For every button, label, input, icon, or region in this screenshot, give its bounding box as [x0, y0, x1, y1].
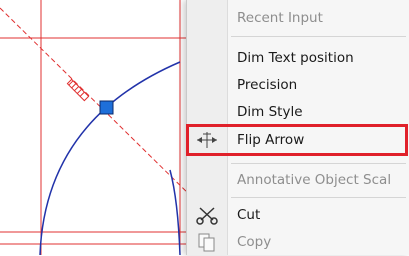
menu-item-dim-text-position[interactable]: Dim Text position [187, 45, 409, 71]
menu-item-label: Copy [237, 234, 272, 250]
menu-separator [231, 197, 406, 198]
grip-handle[interactable] [99, 100, 114, 115]
menu-item-annotative-object-scale[interactable]: Annotative Object Scal [187, 167, 409, 193]
menu-item-copy[interactable]: Copy [187, 229, 409, 255]
copy-icon [195, 232, 219, 252]
scissors-icon [195, 205, 219, 225]
dimension-text [66, 78, 90, 102]
menu-item-label: Recent Input [237, 10, 323, 26]
flip-arrow-highlight-box [186, 124, 408, 156]
arc-curve-right [169, 169, 181, 255]
menu-item-label: Annotative Object Scal [237, 172, 392, 188]
menu-item-label: Precision [237, 77, 298, 93]
menu-item-dim-style[interactable]: Dim Style [187, 99, 409, 125]
menu-item-label: Dim Text position [237, 50, 354, 66]
menu-item-label: Cut [237, 207, 261, 223]
menu-separator [231, 163, 406, 164]
arc-curve [39, 61, 181, 255]
menu-item-cut[interactable]: Cut [187, 202, 409, 228]
menu-separator [231, 36, 406, 37]
menu-item-recent-input[interactable]: Recent Input [187, 5, 409, 31]
menu-item-precision[interactable]: Precision [187, 72, 409, 98]
menu-item-label: Dim Style [237, 104, 303, 120]
